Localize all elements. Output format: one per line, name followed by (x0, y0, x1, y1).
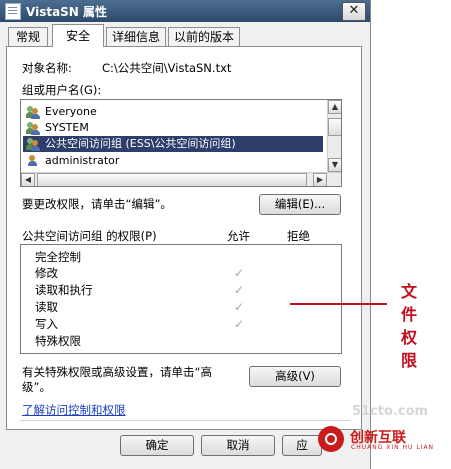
list-item-selected[interactable]: 公共空间访问组 (ESS\公共空间访问组) (23, 136, 323, 152)
window-title: VistaSN 属性 (26, 5, 108, 19)
vertical-scrollbar[interactable]: ▲ ▼ (327, 100, 341, 172)
permission-name: 读取 (35, 300, 58, 314)
watermark-text: 51cto.com (352, 404, 429, 419)
close-button[interactable]: ✕ (342, 2, 366, 21)
check-icon: ✓ (234, 283, 245, 297)
permissions-header: 公共空间访问组 的权限(P) (22, 229, 157, 243)
list-item[interactable]: SYSTEM (23, 120, 323, 136)
check-icon: ✓ (234, 317, 245, 331)
user-name: administrator (45, 154, 120, 167)
permission-name: 特殊权限 (35, 334, 81, 348)
logo-icon (318, 426, 344, 452)
user-group-icon (26, 121, 40, 135)
permissions-list: 完全控制 修改 ✓ 读取和执行 ✓ 读取 ✓ 写入 ✓ 特殊权限 (20, 244, 342, 354)
permission-row: 读取 ✓ (21, 299, 341, 315)
tab-general[interactable]: 常规 (8, 27, 48, 46)
scroll-left-icon[interactable]: ◀ (21, 173, 35, 186)
scroll-down-icon[interactable]: ▼ (328, 158, 341, 172)
permission-row: 特殊权限 (21, 333, 341, 349)
user-name: Everyone (45, 105, 97, 118)
annotation-line2: 权限 (400, 328, 417, 370)
advanced-hint: 有关特殊权限或高级设置，请单击“高 (22, 365, 212, 379)
users-list[interactable]: Everyone SYSTEM 公共空间访问组 (ESS\公共空间访问组) ad… (20, 99, 342, 187)
check-icon: ✓ (234, 266, 245, 280)
footer-divider (20, 420, 350, 421)
annotation-arrow-line (290, 303, 387, 305)
tab-previous-versions[interactable]: 以前的版本 (168, 27, 240, 46)
permission-name: 修改 (35, 266, 58, 280)
access-control-help-link[interactable]: 了解访问控制和权限 (22, 402, 126, 418)
deny-column-header: 拒绝 (287, 229, 310, 243)
edit-hint: 要更改权限，请单击“编辑”。 (22, 197, 172, 211)
logo-subtext: CHUANG XIN HU LIAN (351, 444, 435, 451)
annotation-label: 文件 权限 (394, 280, 424, 372)
scroll-right-icon[interactable]: ▶ (313, 173, 327, 186)
object-name-value: C:\公共空间\VistaSN.txt (102, 61, 232, 75)
user-group-icon (26, 137, 40, 151)
file-icon (5, 3, 21, 20)
scroll-up-icon[interactable]: ▲ (328, 100, 341, 114)
check-icon: ✓ (234, 300, 245, 314)
user-icon (26, 154, 40, 168)
permission-row: 写入 ✓ (21, 316, 341, 332)
permission-row: 完全控制 (21, 249, 341, 265)
horizontal-scrollbar[interactable]: ◀ ▶ (21, 172, 341, 186)
user-name: SYSTEM (45, 121, 89, 134)
permission-name: 写入 (35, 317, 58, 331)
title-bar[interactable]: VistaSN 属性 ✕ (0, 0, 370, 22)
close-icon: ✕ (348, 3, 360, 18)
cancel-button[interactable]: 取消 (201, 435, 275, 456)
list-item[interactable]: Everyone (23, 104, 323, 120)
advanced-hint-continued: 级”。 (22, 380, 51, 394)
properties-dialog: VistaSN 属性 ✕ 常规 安全 详细信息 以前的版本 对象名称: C:\公… (0, 0, 371, 469)
scroll-thumb[interactable] (328, 118, 341, 136)
advanced-button[interactable]: 高级(V) (249, 366, 341, 387)
tab-security[interactable]: 安全 (52, 24, 104, 47)
ok-button[interactable]: 确定 (120, 435, 194, 456)
brand-logo: 创新互联 CHUANG XIN HU LIAN (318, 426, 446, 454)
permission-row: 修改 ✓ (21, 265, 341, 281)
permission-row: 读取和执行 ✓ (21, 282, 341, 298)
annotation-line1: 文件 (400, 282, 417, 324)
allow-column-header: 允许 (227, 229, 250, 243)
object-name-label: 对象名称: (22, 61, 72, 75)
permission-name: 读取和执行 (35, 283, 93, 297)
apply-button[interactable]: 应 (282, 435, 322, 456)
permission-name: 完全控制 (35, 250, 81, 264)
tab-details[interactable]: 详细信息 (106, 27, 166, 46)
edit-button[interactable]: 编辑(E)... (259, 194, 341, 215)
user-name: 公共空间访问组 (ESS\公共空间访问组) (45, 137, 236, 150)
scroll-thumb[interactable] (37, 173, 307, 186)
list-item[interactable]: administrator (23, 153, 323, 169)
users-list-label: 组或用户名(G): (22, 83, 102, 97)
user-group-icon (26, 105, 40, 119)
